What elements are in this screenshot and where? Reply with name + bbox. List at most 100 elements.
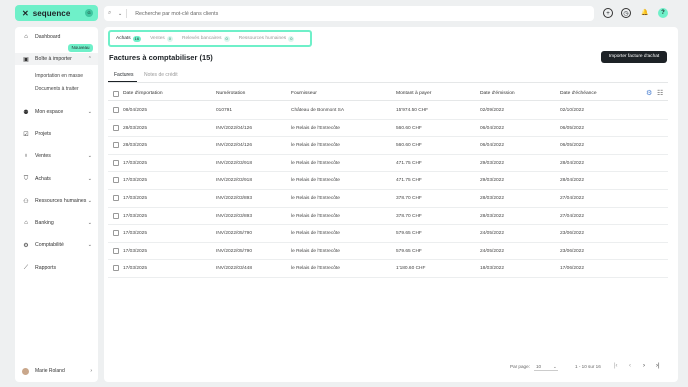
table-row[interactable]: 28/03/2025 INV/2022/04/126 le Relais de l'… [108,120,668,138]
chevron-right-icon: › [90,368,92,374]
table-cell: le Relais de l'Entrecôte [291,213,340,219]
table-cell: INV/2022/03/893 [216,213,253,219]
row-checkbox[interactable] [113,247,119,254]
table-row[interactable]: 17/03/2025 INV/2022/03/918 le Relais de l'… [108,155,668,173]
sidebar-item-projets[interactable]: ☑ Projets [15,128,98,140]
sidebar-subitem-documents[interactable]: Documents à traiter [15,83,98,95]
table-cell: 17/03/2025 [123,266,148,272]
tab-ressources-humaines[interactable]: Ressources humaines 0 [239,35,295,42]
brand-logo[interactable]: ✕ sequence G [15,5,98,21]
subtab-factures[interactable]: Factures [114,72,133,78]
row-checkbox[interactable] [113,212,119,219]
help-icon[interactable]: ? [658,8,668,18]
row-checkbox[interactable] [113,124,119,131]
column-header[interactable]: Date d'émission [480,91,515,96]
table-row[interactable]: 17/03/2025 INV/2022/05/790 le Relais de l'… [108,225,668,243]
user-name: Marie Roland [35,368,65,374]
clock-icon[interactable]: ◷ [621,8,631,18]
row-checkbox[interactable] [113,230,119,237]
inbox-icon: ▣ [23,56,29,63]
column-header[interactable]: Date d'importation [123,91,163,96]
row-checkbox[interactable] [113,159,119,166]
chart-icon: ⟋ [23,264,29,271]
table-row[interactable]: 17/03/2025 INV/2022/05/790 le Relais de l'… [108,243,668,261]
table-cell: 23/06/2022 [560,231,585,237]
table-cell: 28/03/2025 [123,125,148,131]
table-cell: 579.65 CHF [396,248,422,254]
table-cell: 579.65 CHF [396,231,422,237]
table-row[interactable]: 28/03/2025 INV/2022/04/126 le Relais de l'… [108,137,668,155]
subtab-notes-de-credit[interactable]: Notes de crédit [144,72,178,78]
select-all-checkbox[interactable] [113,91,119,97]
next-page-icon[interactable]: › [643,363,645,369]
tab-count: 0 [223,35,230,42]
cart-icon: ⛉ [23,175,29,182]
user-profile[interactable]: Marie Roland › [15,364,98,378]
table-cell: 28/03/2025 [123,143,148,149]
last-page-icon[interactable]: ›| [656,363,660,369]
row-checkbox[interactable] [113,107,119,113]
subtab-active-indicator [108,81,137,82]
table-row[interactable]: 17/03/2025 INV/2022/03/893 le Relais de l'… [108,208,668,226]
column-header[interactable]: Numérotation [216,91,245,96]
sidebar-item-dashboard[interactable]: ⌂ Dashboard [15,31,98,43]
table-cell: 28/03/2022 [480,196,505,201]
sidebar-item-ventes[interactable]: ♁ Ventes ⌄ [15,150,98,162]
table-cell: 24/05/2022 [480,231,505,237]
sidebar-item-comptabilite[interactable]: ⚙ Comptabilité ⌄ [15,239,98,251]
filter-icon[interactable]: ☷ [657,89,663,97]
row-checkbox[interactable] [113,265,119,272]
settings-icon[interactable]: ⚙ [646,89,652,97]
table-cell: 02/09/2022 [480,108,505,113]
row-checkbox[interactable] [113,195,119,201]
table-row[interactable]: 17/03/2025 INV/2022/03/918 le Relais de l'… [108,172,668,190]
table-cell: 471.75 CHF [396,160,422,166]
column-header[interactable]: Date d'échéance [560,91,597,96]
table-cell: 378.70 CHF [396,196,422,201]
subtab-divider [108,82,668,83]
search-bar[interactable]: ⌕ ⌄ Recherche par mot-clé dans clients [104,6,594,21]
per-page-select[interactable]: 10 ⌄ [534,362,558,371]
sidebar-item-mon-espace[interactable]: ⚉ Mon espace ⌄ [15,106,98,118]
org-badge[interactable]: G [85,9,93,17]
search-scope-chevron-icon[interactable]: ⌄ [118,11,122,17]
money-bag-icon: ♁ [23,153,29,159]
row-checkbox[interactable] [113,142,119,149]
tab-ventes[interactable]: Ventes 0 [150,35,174,42]
prev-page-icon[interactable]: ‹ [629,363,631,369]
sidebar-item-rapports[interactable]: ⟋ Rapports [15,262,98,274]
sidebar-item-boite-a-importer[interactable]: ▣ Boîte à importer ⌃ [15,53,98,65]
sidebar-item-label: Ventes [35,153,51,159]
import-invoice-button[interactable]: Importer facture d'achat [601,51,667,63]
table-cell: 28/04/2022 [560,178,585,184]
tab-count: 0 [166,35,174,42]
search-divider [126,9,128,18]
table-row[interactable]: 17/03/2025 INV/2022/03/893 le Relais de l'… [108,190,668,208]
new-badge: Nouveau [68,44,93,52]
table-cell: 29/03/2022 [480,160,505,166]
table-cell: le Relais de l'Entrecôte [291,196,340,201]
tab-releves-bancaires[interactable]: Relevés bancaires 0 [182,35,230,42]
tab-achats[interactable]: Achats 16 [116,35,142,42]
table-cell: 28/04/2022 [560,160,585,166]
sidebar-item-achats[interactable]: ⛉ Achats ⌄ [15,173,98,185]
table-row[interactable]: 08/04/2025 010791 Château de Bonmont SA 15'… [108,102,668,120]
sidebar-item-ressources-humaines[interactable]: ⚇ Ressources humaines ⌄ [15,195,98,207]
plus-circle-icon[interactable]: + [603,8,613,18]
first-page-icon[interactable]: |‹ [614,363,618,369]
logo-mark-icon: ✕ [22,8,29,18]
table-cell: INV/2022/03/448 [216,266,253,272]
category-tabs: Achats 16 Ventes 0 Relevés bancaires 0 R… [108,30,312,47]
sidebar-subitem-label: Importation en masse [35,73,84,79]
column-header[interactable]: Montant à payer [396,91,431,96]
table-cell: 17/03/2025 [123,196,148,201]
row-checkbox[interactable] [113,177,119,184]
sidebar-item-banking[interactable]: ⌂ Banking ⌄ [15,217,98,229]
sidebar-subitem-importation[interactable]: Importation en masse [15,70,98,82]
search-input[interactable]: Recherche par mot-clé dans clients [135,11,218,17]
sidebar-item-label: Ressources humaines [35,198,87,204]
table-row[interactable]: 17/03/2025 INV/2022/03/448 le Relais de l'… [108,260,668,278]
bell-icon[interactable]: 🔔 [640,8,650,18]
column-header[interactable]: Fournisseur [291,91,317,96]
tab-label: Ventes [150,36,165,41]
